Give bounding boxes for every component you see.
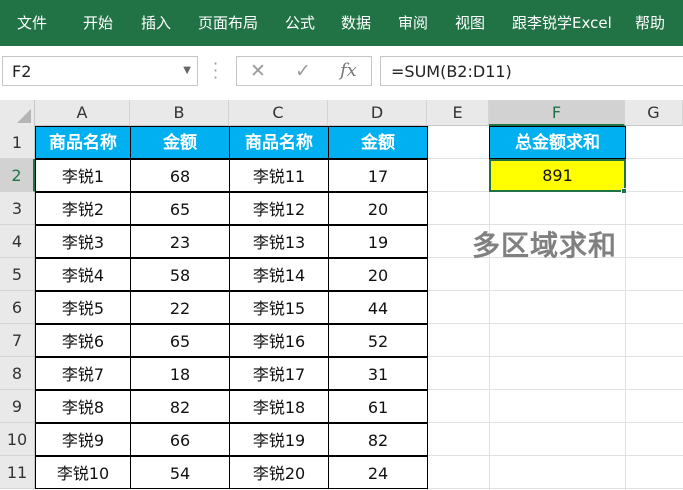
cell-c9[interactable]: 李锐18 [229,390,329,423]
chevron-down-icon[interactable]: ▼ [183,65,191,76]
fill-handle[interactable] [621,188,627,194]
cell-a10[interactable]: 李锐9 [35,423,131,456]
cell-b3[interactable]: 65 [130,192,230,225]
cell-b6[interactable]: 22 [130,291,230,324]
cell-b9[interactable]: 82 [130,390,230,423]
tab-help[interactable]: 帮助 [635,12,665,34]
tab-formulas[interactable]: 公式 [285,12,315,34]
row-header-5[interactable]: 5 [0,258,35,291]
formula-buttons: ✕ ✓ fx [236,56,372,86]
cell-a9[interactable]: 李锐8 [35,390,131,423]
cell-d11[interactable]: 24 [328,456,428,489]
cell-c3[interactable]: 李锐12 [229,192,329,225]
cell-c4[interactable]: 李锐13 [229,225,329,258]
cell-a8[interactable]: 李锐7 [35,357,131,390]
cell-c5[interactable]: 李锐14 [229,258,329,291]
cell-a6[interactable]: 李锐5 [35,291,131,324]
cell-f1[interactable]: 总金额求和 [489,126,626,159]
tab-data[interactable]: 数据 [341,12,371,34]
row-header-8[interactable]: 8 [0,357,35,390]
tab-view[interactable]: 视图 [455,12,485,34]
cell-c8[interactable]: 李锐17 [229,357,329,390]
cell-f2-selected[interactable]: 891 [489,159,626,192]
row-header-4[interactable]: 4 [0,225,35,258]
select-all-icon [17,109,31,123]
row-header-2[interactable]: 2 [0,159,35,192]
overlay-title: 多区域求和 [472,229,618,262]
cell-d8[interactable]: 31 [328,357,428,390]
cell-c1[interactable]: 商品名称 [229,126,329,159]
cell-a7[interactable]: 李锐6 [35,324,131,357]
formula-input[interactable]: =SUM(B2:D11) [380,56,683,86]
cell-d1[interactable]: 金额 [328,126,428,159]
cell-d3[interactable]: 20 [328,192,428,225]
row-header-7[interactable]: 7 [0,324,35,357]
row-header-10[interactable]: 10 [0,423,35,456]
cell-a5[interactable]: 李锐4 [35,258,131,291]
cell-d10[interactable]: 82 [328,423,428,456]
cancel-icon[interactable]: ✕ [250,60,266,82]
cell-c6[interactable]: 李锐15 [229,291,329,324]
enter-icon[interactable]: ✓ [295,60,311,82]
cell-b7[interactable]: 65 [130,324,230,357]
cell-d2[interactable]: 17 [328,159,428,192]
column-header-b[interactable]: B [130,100,229,126]
tab-page-layout[interactable]: 页面布局 [198,12,258,34]
formula-bar-area: F2 ▼ · · · ✕ ✓ fx =SUM(B2:D11) [0,46,683,100]
tab-custom[interactable]: 跟李锐学Excel [512,12,612,34]
cell-d7[interactable]: 52 [328,324,428,357]
worksheet-grid[interactable]: 商品名称 金额 商品名称 金额 李锐1 68 李锐11 17 李锐2 65 李锐… [35,126,683,490]
name-box[interactable]: F2 ▼ [2,56,198,86]
name-box-value: F2 [12,62,32,81]
cell-a3[interactable]: 李锐2 [35,192,131,225]
cell-a2[interactable]: 李锐1 [35,159,131,192]
cell-b2[interactable]: 68 [130,159,230,192]
row-header-3[interactable]: 3 [0,192,35,225]
cell-b4[interactable]: 23 [130,225,230,258]
cell-c7[interactable]: 李锐16 [229,324,329,357]
ribbon: 文件 开始 插入 页面布局 公式 数据 审阅 视图 跟李锐学Excel 帮助 [0,0,683,46]
cell-d4[interactable]: 19 [328,225,428,258]
column-header-e[interactable]: E [427,100,489,126]
cell-a4[interactable]: 李锐3 [35,225,131,258]
column-header-f[interactable]: F [489,100,625,126]
column-header-d[interactable]: D [328,100,427,126]
cell-a1[interactable]: 商品名称 [35,126,131,159]
cell-b8[interactable]: 18 [130,357,230,390]
cell-c11[interactable]: 李锐20 [229,456,329,489]
cell-d5[interactable]: 20 [328,258,428,291]
row-header-6[interactable]: 6 [0,291,35,324]
row-header-9[interactable]: 9 [0,390,35,423]
cell-d6[interactable]: 44 [328,291,428,324]
row-header-1[interactable]: 1 [0,126,35,159]
tab-insert[interactable]: 插入 [141,12,171,34]
cell-c10[interactable]: 李锐19 [229,423,329,456]
column-header-g[interactable]: G [625,100,683,126]
cell-b1[interactable]: 金额 [130,126,230,159]
cell-b11[interactable]: 54 [130,456,230,489]
cell-d9[interactable]: 61 [328,390,428,423]
drag-handle-icon[interactable]: · · · [213,56,219,86]
tab-review[interactable]: 审阅 [398,12,428,34]
tab-file[interactable]: 文件 [17,12,47,34]
column-header-c[interactable]: C [229,100,328,126]
cell-b10[interactable]: 66 [130,423,230,456]
row-header-11[interactable]: 11 [0,456,35,489]
tab-home[interactable]: 开始 [83,12,113,34]
formula-text: =SUM(B2:D11) [391,62,512,81]
cell-c2[interactable]: 李锐11 [229,159,329,192]
select-all-button[interactable] [0,100,35,126]
cell-a11[interactable]: 李锐10 [35,456,131,489]
cell-b5[interactable]: 58 [130,258,230,291]
column-header-a[interactable]: A [35,100,130,126]
column-header-row: A B C D E F G [0,100,683,126]
insert-function-icon[interactable]: fx [340,60,357,81]
